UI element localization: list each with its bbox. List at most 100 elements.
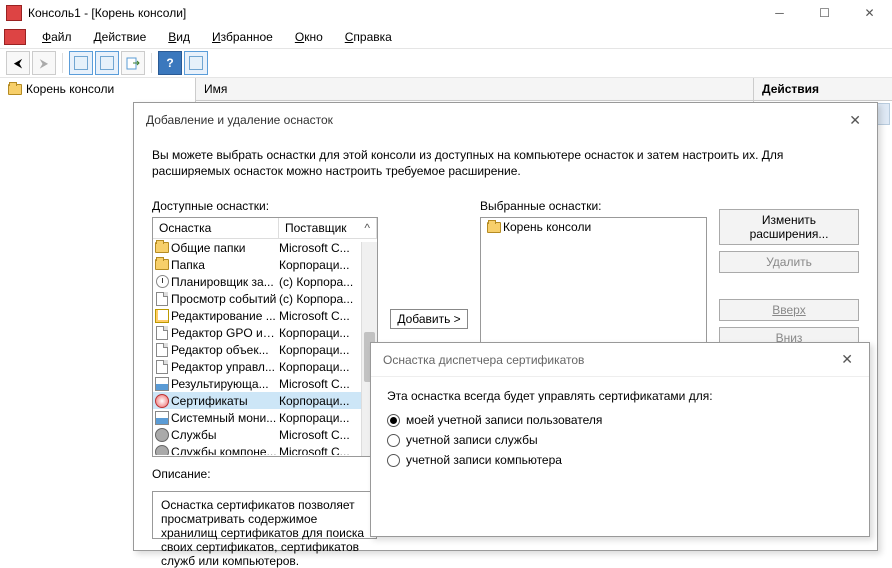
list-item[interactable]: Редактор управл...Корпораци... bbox=[153, 358, 377, 375]
toolbar-forward-button[interactable]: ⮞ bbox=[32, 51, 56, 75]
move-up-button[interactable]: Вверх bbox=[719, 299, 859, 321]
arrow-left-icon: ⮜ bbox=[14, 56, 23, 71]
list-item[interactable]: Результирующа...Microsoft C... bbox=[153, 375, 377, 392]
folder-shared-icon bbox=[155, 242, 169, 253]
menu-help[interactable]: Справка bbox=[335, 28, 402, 46]
toolbar-export-button[interactable] bbox=[121, 51, 145, 75]
app-menu-icon[interactable] bbox=[4, 29, 26, 45]
list-item[interactable]: Просмотр событий(с) Корпора... bbox=[153, 290, 377, 307]
menu-favorites[interactable]: Избранное bbox=[202, 28, 283, 46]
folder-icon bbox=[155, 259, 169, 270]
minimize-button[interactable]: ─ bbox=[757, 0, 802, 26]
tree-root-item[interactable]: Корень консоли bbox=[0, 78, 195, 100]
pane-icon bbox=[189, 56, 203, 70]
snapin-name: Просмотр событий bbox=[171, 292, 279, 306]
remove-button[interactable]: Удалить bbox=[719, 251, 859, 273]
snapin-name: Службы bbox=[171, 428, 279, 442]
maximize-button[interactable]: ☐ bbox=[802, 0, 847, 26]
cert-icon bbox=[155, 394, 169, 408]
toolbar: ⮜ ⮞ ? bbox=[0, 48, 892, 78]
col-snapin-header[interactable]: Оснастка bbox=[153, 218, 279, 238]
radio-label: учетной записи компьютера bbox=[406, 453, 562, 467]
selected-root-label: Корень консоли bbox=[503, 220, 591, 234]
dialog-intro-text: Вы можете выбрать оснастки для этой конс… bbox=[152, 147, 859, 179]
doc-icon bbox=[156, 292, 168, 306]
radio-option[interactable]: учетной записи компьютера bbox=[387, 453, 853, 467]
chevron-up-icon: ^ bbox=[364, 221, 370, 235]
list-item[interactable]: Службы компоне...Microsoft C... bbox=[153, 443, 377, 455]
list-item[interactable]: СертификатыКорпораци... bbox=[153, 392, 377, 409]
available-snapins-list[interactable]: Оснастка Поставщик ^ Общие папкиMicrosof… bbox=[152, 217, 378, 457]
snapin-name: Службы компоне... bbox=[171, 445, 279, 456]
radio-option[interactable]: моей учетной записи пользователя bbox=[387, 413, 853, 427]
gear-icon bbox=[155, 428, 169, 442]
list-item[interactable]: Редактор объек...Корпораци... bbox=[153, 341, 377, 358]
toolbar-show-tree-button[interactable] bbox=[69, 51, 93, 75]
window-controls: ─ ☐ ✕ bbox=[757, 0, 892, 26]
doc-icon bbox=[156, 343, 168, 357]
menu-view[interactable]: Вид bbox=[158, 28, 200, 46]
arrow-right-icon: ⮞ bbox=[40, 56, 49, 71]
doc-icon bbox=[156, 360, 168, 374]
menu-window[interactable]: Окно bbox=[285, 28, 333, 46]
gear-icon bbox=[155, 445, 169, 456]
col-vendor-header[interactable]: Поставщик ^ bbox=[279, 218, 377, 238]
certificates-snapin-dialog: Оснастка диспетчера сертификатов ✕ Эта о… bbox=[370, 342, 870, 537]
toolbar-separator bbox=[62, 53, 63, 73]
actions-header: Действия bbox=[754, 78, 892, 101]
menu-action[interactable]: Действие bbox=[84, 28, 157, 46]
radio-label: моей учетной записи пользователя bbox=[406, 413, 602, 427]
menu-file[interactable]: Файл bbox=[32, 28, 82, 46]
radio-option[interactable]: учетной записи службы bbox=[387, 433, 853, 447]
edit-icon bbox=[155, 309, 169, 323]
selected-label: Выбранные оснастки: bbox=[480, 199, 707, 213]
radio-icon bbox=[387, 414, 400, 427]
menubar: Файл Действие Вид Избранное Окно Справка bbox=[0, 26, 892, 48]
snapin-name: Папка bbox=[171, 258, 279, 272]
toolbar-actions-pane-button[interactable] bbox=[184, 51, 208, 75]
list-item[interactable]: Редактирование ...Microsoft C... bbox=[153, 307, 377, 324]
selected-root-row[interactable]: Корень консоли bbox=[481, 218, 706, 236]
close-icon[interactable]: ✕ bbox=[837, 347, 857, 372]
add-button[interactable]: Добавить > bbox=[390, 309, 467, 329]
cert-dialog-title: Оснастка диспетчера сертификатов bbox=[383, 353, 584, 367]
folder-icon bbox=[487, 222, 501, 233]
doc-icon bbox=[156, 326, 168, 340]
close-button[interactable]: ✕ bbox=[847, 0, 892, 26]
cert-dialog-prompt: Эта оснастка всегда будет управлять серт… bbox=[387, 389, 853, 403]
list-item[interactable]: СлужбыMicrosoft C... bbox=[153, 426, 377, 443]
toolbar-new-window-button[interactable] bbox=[95, 51, 119, 75]
snapin-name: Редактор объек... bbox=[171, 343, 279, 357]
toolbar-separator-2 bbox=[151, 53, 152, 73]
help-icon: ? bbox=[166, 56, 173, 70]
window-icon bbox=[100, 56, 114, 70]
close-icon[interactable]: ✕ bbox=[845, 108, 865, 133]
snapin-name: Редактирование ... bbox=[171, 309, 279, 323]
col-vendor-text: Поставщик bbox=[285, 221, 347, 235]
radio-icon bbox=[387, 454, 400, 467]
snapin-name: Редактор GPO ин... bbox=[171, 326, 279, 340]
radio-icon bbox=[387, 434, 400, 447]
list-item[interactable]: Планировщик за...(с) Корпора... bbox=[153, 273, 377, 290]
list-item[interactable]: ПапкаКорпораци... bbox=[153, 256, 377, 273]
toolbar-back-button[interactable]: ⮜ bbox=[6, 51, 30, 75]
tree-icon bbox=[74, 56, 88, 70]
chart-icon bbox=[155, 411, 169, 425]
window-title: Консоль1 - [Корень консоли] bbox=[28, 6, 186, 20]
dialog-titlebar[interactable]: Добавление и удаление оснасток ✕ bbox=[134, 103, 877, 137]
list-item[interactable]: Системный мони...Корпораци... bbox=[153, 409, 377, 426]
cert-dialog-titlebar[interactable]: Оснастка диспетчера сертификатов ✕ bbox=[371, 343, 869, 377]
toolbar-help-button[interactable]: ? bbox=[158, 51, 182, 75]
edit-extensions-button[interactable]: Изменить расширения... bbox=[719, 209, 859, 245]
chart-icon bbox=[155, 377, 169, 391]
clock-icon bbox=[156, 275, 169, 288]
radio-label: учетной записи службы bbox=[406, 433, 538, 447]
list-item[interactable]: Редактор GPO ин...Корпораци... bbox=[153, 324, 377, 341]
details-column-name[interactable]: Имя bbox=[196, 78, 753, 101]
dialog-title-text: Добавление и удаление оснасток bbox=[146, 113, 333, 127]
snapin-name: Планировщик за... bbox=[171, 275, 279, 289]
snapin-name: Сертификаты bbox=[171, 394, 279, 408]
list-item[interactable]: Общие папкиMicrosoft C... bbox=[153, 239, 377, 256]
app-icon bbox=[6, 5, 22, 21]
snapin-name: Общие папки bbox=[171, 241, 279, 255]
